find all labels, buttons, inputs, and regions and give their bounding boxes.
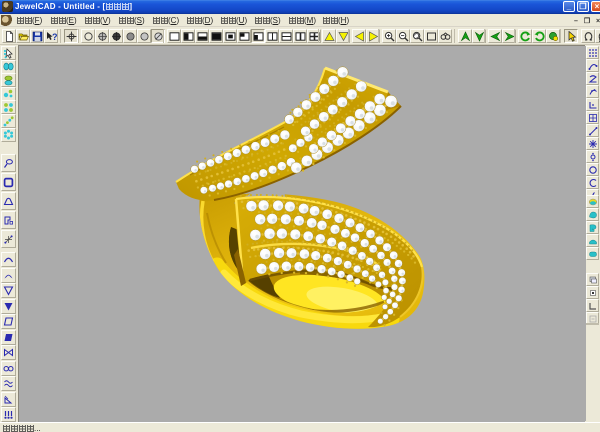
svg-text:?: ?	[52, 32, 57, 42]
